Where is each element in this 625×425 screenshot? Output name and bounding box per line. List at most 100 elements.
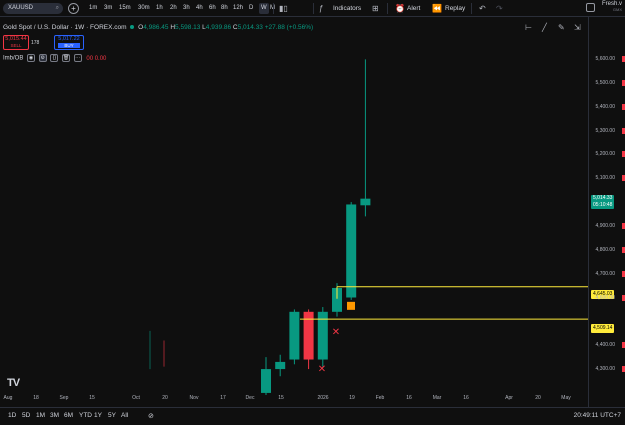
price-tick-label: 5,100.00 bbox=[595, 175, 615, 182]
price-tick-label: 5,300.00 bbox=[595, 127, 615, 134]
more-icon[interactable]: ⋯ bbox=[73, 54, 82, 62]
add-symbol-button[interactable]: + bbox=[68, 3, 79, 14]
replay-button[interactable]: Replay bbox=[445, 3, 465, 14]
timeframe-1h[interactable]: 1h bbox=[156, 3, 163, 14]
pen-icon[interactable]: ✎ bbox=[558, 23, 565, 32]
indicator-row[interactable]: Imb/OB ◉ ⚙ {} 🗑 ⋯ 00 0.00 bbox=[3, 54, 106, 62]
bar-countdown: 05:10:48 bbox=[593, 201, 613, 208]
candle-body bbox=[289, 311, 300, 360]
time-tick-label: Aug bbox=[3, 395, 13, 401]
price-tick-label: 4,800.00 bbox=[595, 246, 615, 253]
account-sub: GMX bbox=[612, 7, 622, 12]
current-price: 5,014.33 bbox=[593, 195, 613, 201]
undo-icon[interactable]: ↶ bbox=[479, 3, 486, 14]
indicator-name: Imb/OB bbox=[3, 55, 24, 62]
range-5Y[interactable]: 5Y bbox=[108, 412, 116, 419]
settings-icon[interactable]: ⚙ bbox=[38, 54, 47, 62]
search-icon: ⌕ bbox=[55, 5, 59, 11]
candles-icon[interactable]: ▮▯ bbox=[279, 3, 288, 14]
timeframe-30m[interactable]: 30m bbox=[138, 3, 150, 14]
range-6M[interactable]: 6M bbox=[64, 412, 73, 419]
sell-price: 5,015.44 bbox=[5, 36, 27, 42]
time-axis[interactable]: Aug 18 Sep 15 Oct 20 Nov 17 Dec 15 2026 19 Feb 16 Mar 1… bbox=[0, 395, 588, 405]
account-menu[interactable]: Fresh.v GMX bbox=[602, 1, 622, 12]
range-3M[interactable]: 3M bbox=[50, 412, 59, 419]
alert-button[interactable]: Alert bbox=[407, 3, 420, 14]
chart-legend: Gold Spot / U.S. Dollar · 1W · FOREX.com… bbox=[3, 24, 313, 31]
timeframe-4h[interactable]: 4h bbox=[196, 3, 203, 14]
timeframe-3m[interactable]: 3m bbox=[104, 3, 112, 14]
timeframe-6h[interactable]: 6h bbox=[209, 3, 216, 14]
range-All[interactable]: All bbox=[121, 412, 128, 419]
source-code-icon[interactable]: {} bbox=[50, 54, 59, 62]
layout-icon[interactable]: ⊞ bbox=[372, 3, 379, 14]
price-tick-label: 5,400.00 bbox=[595, 103, 615, 110]
time-tick-label: 20 bbox=[535, 395, 541, 401]
range-1M[interactable]: 1M bbox=[36, 412, 45, 419]
time-tick-label: 16 bbox=[463, 395, 469, 401]
price-tick-label: 4,600.00 bbox=[595, 294, 615, 301]
price-tick-label: 4,900.00 bbox=[595, 222, 615, 229]
timeframe-D[interactable]: D bbox=[249, 3, 253, 14]
range-1Y[interactable]: 1Y bbox=[94, 412, 102, 419]
measure-icon[interactable]: ⇲ bbox=[574, 23, 581, 32]
timeframe-12h[interactable]: 12h bbox=[233, 3, 243, 14]
timeframe-W[interactable]: W bbox=[259, 3, 269, 14]
divider bbox=[387, 3, 388, 14]
indicator-values: 00 0.00 bbox=[86, 55, 107, 62]
candle-body bbox=[346, 204, 357, 298]
date-range-icon[interactable]: ⊘ bbox=[148, 412, 154, 420]
redo-icon[interactable]: ↷ bbox=[496, 3, 503, 14]
buy-button[interactable]: 5,017.22 BUY bbox=[54, 35, 84, 50]
time-tick-label: Mar bbox=[432, 395, 442, 401]
time-tick-label: Oct bbox=[132, 395, 140, 401]
time-tick-label: Nov bbox=[189, 395, 199, 401]
delete-icon[interactable]: 🗑 bbox=[62, 54, 71, 62]
time-tick-label: May bbox=[561, 395, 571, 401]
buy-price: 5,017.22 bbox=[58, 36, 80, 42]
indicators-button[interactable]: Indicators bbox=[333, 3, 361, 14]
price-tick-label: 4,700.00 bbox=[595, 270, 615, 277]
symbol-label: XAUUSD bbox=[8, 5, 34, 11]
candle-body bbox=[360, 198, 371, 206]
price-tick-label: 4,300.00 bbox=[595, 366, 615, 373]
indicators-icon[interactable]: ƒ bbox=[319, 3, 323, 14]
sell-button[interactable]: 5,015.44 SELL bbox=[3, 35, 29, 50]
price-tick-label: 5,200.00 bbox=[595, 151, 615, 158]
open-value: 4,986.45 bbox=[143, 24, 169, 31]
price-plot[interactable]: ✕✕ bbox=[0, 17, 588, 395]
time-tick-label: Dec bbox=[245, 395, 255, 401]
timeframe-1m[interactable]: 1m bbox=[89, 3, 97, 14]
candle-body bbox=[261, 369, 271, 393]
high-value: 5,598.13 bbox=[175, 24, 201, 31]
sell-signal-icon: ✕ bbox=[332, 327, 340, 338]
sell-label: SELL bbox=[10, 43, 22, 48]
replay-icon[interactable]: ⏪ bbox=[432, 3, 442, 14]
time-tick-label: Apr bbox=[505, 395, 513, 401]
trend-line-icon[interactable]: ╱ bbox=[542, 23, 547, 32]
range-5D[interactable]: 5D bbox=[22, 412, 30, 419]
range-1D[interactable]: 1D bbox=[8, 412, 16, 419]
time-tick-label: 20 bbox=[162, 395, 168, 401]
range-YTD[interactable]: YTD bbox=[79, 412, 92, 419]
eye-icon[interactable]: ◉ bbox=[27, 54, 36, 62]
price-axis[interactable]: 5,014.33 05:10:48 4,645.03 4,509.14 5,60… bbox=[588, 17, 625, 407]
price-tick-label: 4,400.00 bbox=[595, 342, 615, 349]
symbol-search[interactable]: XAUUSD ⌕ bbox=[3, 3, 63, 14]
timeframe-15m[interactable]: 15m bbox=[119, 3, 131, 14]
layout-square-button[interactable] bbox=[586, 3, 595, 12]
divider bbox=[273, 3, 274, 14]
price-tick-label: 5,500.00 bbox=[595, 79, 615, 86]
time-tick-label: 15 bbox=[278, 395, 284, 401]
crosshair-icon[interactable]: ⊢ bbox=[525, 23, 532, 32]
clock: 20:49:11 UTC+7 bbox=[573, 412, 621, 419]
time-tick-label: 2026 bbox=[317, 395, 329, 401]
chart-pane[interactable]: ✕ ✕ bbox=[0, 17, 588, 407]
timeframe-3h[interactable]: 3h bbox=[183, 3, 190, 14]
candle-body bbox=[275, 361, 286, 370]
current-price-tag: 5,014.33 05:10:48 bbox=[591, 195, 615, 209]
alert-icon[interactable]: ⏰ bbox=[395, 3, 405, 14]
time-tick-label: 15 bbox=[89, 395, 95, 401]
timeframe-2h[interactable]: 2h bbox=[170, 3, 177, 14]
timeframe-8h[interactable]: 8h bbox=[221, 3, 228, 14]
